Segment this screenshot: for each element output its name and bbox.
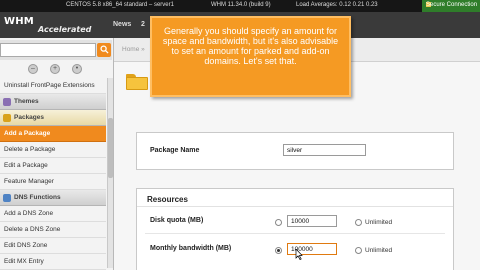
disk-quota-label: Disk quota (MB) [150, 217, 204, 224]
collapse-all-button[interactable]: – [28, 64, 38, 74]
resources-panel: Resources Disk quota (MB) 10000 Unlimite… [136, 188, 454, 270]
secure-connection-label: Secure Connection [426, 2, 478, 8]
sidebar-item-label: Edit MX Entry [4, 258, 44, 265]
mouse-pointer-icon [295, 249, 303, 260]
sidebar-refresh-button[interactable]: • [72, 64, 82, 74]
sidebar-controls: – + • [0, 62, 112, 76]
package-name-label: Package Name [150, 147, 200, 154]
sidebar-item-add-package[interactable]: Add a Package [0, 126, 106, 142]
sidebar-item-label: Delete a Package [4, 146, 56, 153]
sidebar-item-delete-dns-zone[interactable]: Delete a DNS Zone [0, 222, 106, 238]
sidebar-item-delete-package[interactable]: Delete a Package [0, 142, 106, 158]
bandwidth-unlimited-radio[interactable] [355, 247, 362, 254]
package-icon [3, 114, 11, 122]
sidebar-item-edit-mx-entry[interactable]: Edit MX Entry [0, 254, 106, 270]
sidebar-section-label: Packages [14, 114, 44, 121]
sidebar-section-packages[interactable]: Packages [0, 110, 106, 126]
sidebar-scrollbar[interactable] [107, 78, 113, 268]
dns-icon [3, 194, 11, 202]
bandwidth-label: Monthly bandwidth (MB) [150, 245, 232, 252]
sidebar-item-add-dns-zone[interactable]: Add a DNS Zone [0, 206, 106, 222]
search-icon [99, 45, 109, 54]
row-divider [145, 233, 445, 234]
load-averages: Load Averages: 0.12 0.21 0.23 [296, 2, 378, 8]
sidebar-section-dns-functions[interactable]: DNS Functions [0, 190, 106, 206]
expand-all-button[interactable]: + [50, 64, 60, 74]
server-status-bar: CENTOS 5.8 x86_64 standard – server1 WHM… [0, 0, 480, 12]
sidebar-item-label: Feature Manager [4, 178, 54, 185]
bandwidth-unlimited-label: Unlimited [365, 247, 393, 254]
breadcrumb[interactable]: Home » [122, 46, 145, 53]
themes-icon [3, 98, 11, 106]
folder-icon [126, 74, 148, 90]
bandwidth-value-radio[interactable] [275, 247, 282, 254]
sidebar: – + • Uninstall FrontPage Extensions The… [0, 38, 114, 270]
sidebar-search-input[interactable] [0, 43, 96, 57]
sidebar-item-edit-dns-zone[interactable]: Edit DNS Zone [0, 238, 106, 254]
sidebar-item-label: Uninstall FrontPage Extensions [4, 82, 95, 89]
sidebar-item-label: Delete a DNS Zone [4, 226, 61, 233]
os-info: CENTOS 5.8 x86_64 standard – server1 [66, 2, 174, 8]
disk-quota-unlimited-label: Unlimited [365, 219, 393, 226]
search-button[interactable] [97, 43, 111, 57]
sidebar-item-label: Edit DNS Zone [4, 242, 48, 249]
secure-connection-badge: Secure Connection [422, 0, 480, 12]
package-name-input[interactable]: silver [283, 144, 366, 156]
package-name-panel: Package Name silver [136, 132, 454, 170]
sidebar-section-label: DNS Functions [14, 194, 61, 201]
whm-logo-subtitle: Accelerated [38, 25, 92, 34]
whm-version: WHM 11.34.0 (build 9) [211, 2, 271, 8]
resources-heading: Resources [137, 189, 453, 207]
sidebar-item-label: Add a Package [4, 130, 51, 137]
sidebar-search [0, 40, 112, 60]
nav-news-link[interactable]: News [113, 21, 131, 28]
tutorial-callout: Generally you should specify an amount f… [150, 16, 351, 97]
disk-quota-value-radio[interactable] [275, 219, 282, 226]
sidebar-item-label: Add a DNS Zone [4, 210, 54, 217]
whm-logo: WHM [4, 16, 34, 27]
sidebar-section-themes[interactable]: Themes [0, 94, 106, 110]
sidebar-scrollbar-thumb[interactable] [108, 118, 113, 178]
disk-quota-input[interactable]: 10000 [287, 215, 337, 227]
sidebar-item-label: Edit a Package [4, 162, 48, 169]
sidebar-section-label: Themes [14, 98, 39, 105]
sidebar-item-uninstall-frontpage[interactable]: Uninstall FrontPage Extensions [0, 78, 106, 94]
sidebar-item-edit-package[interactable]: Edit a Package [0, 158, 106, 174]
nav-truncated-item[interactable]: 2 [141, 21, 145, 28]
sidebar-item-feature-manager[interactable]: Feature Manager [0, 174, 106, 190]
disk-quota-unlimited-radio[interactable] [355, 219, 362, 226]
